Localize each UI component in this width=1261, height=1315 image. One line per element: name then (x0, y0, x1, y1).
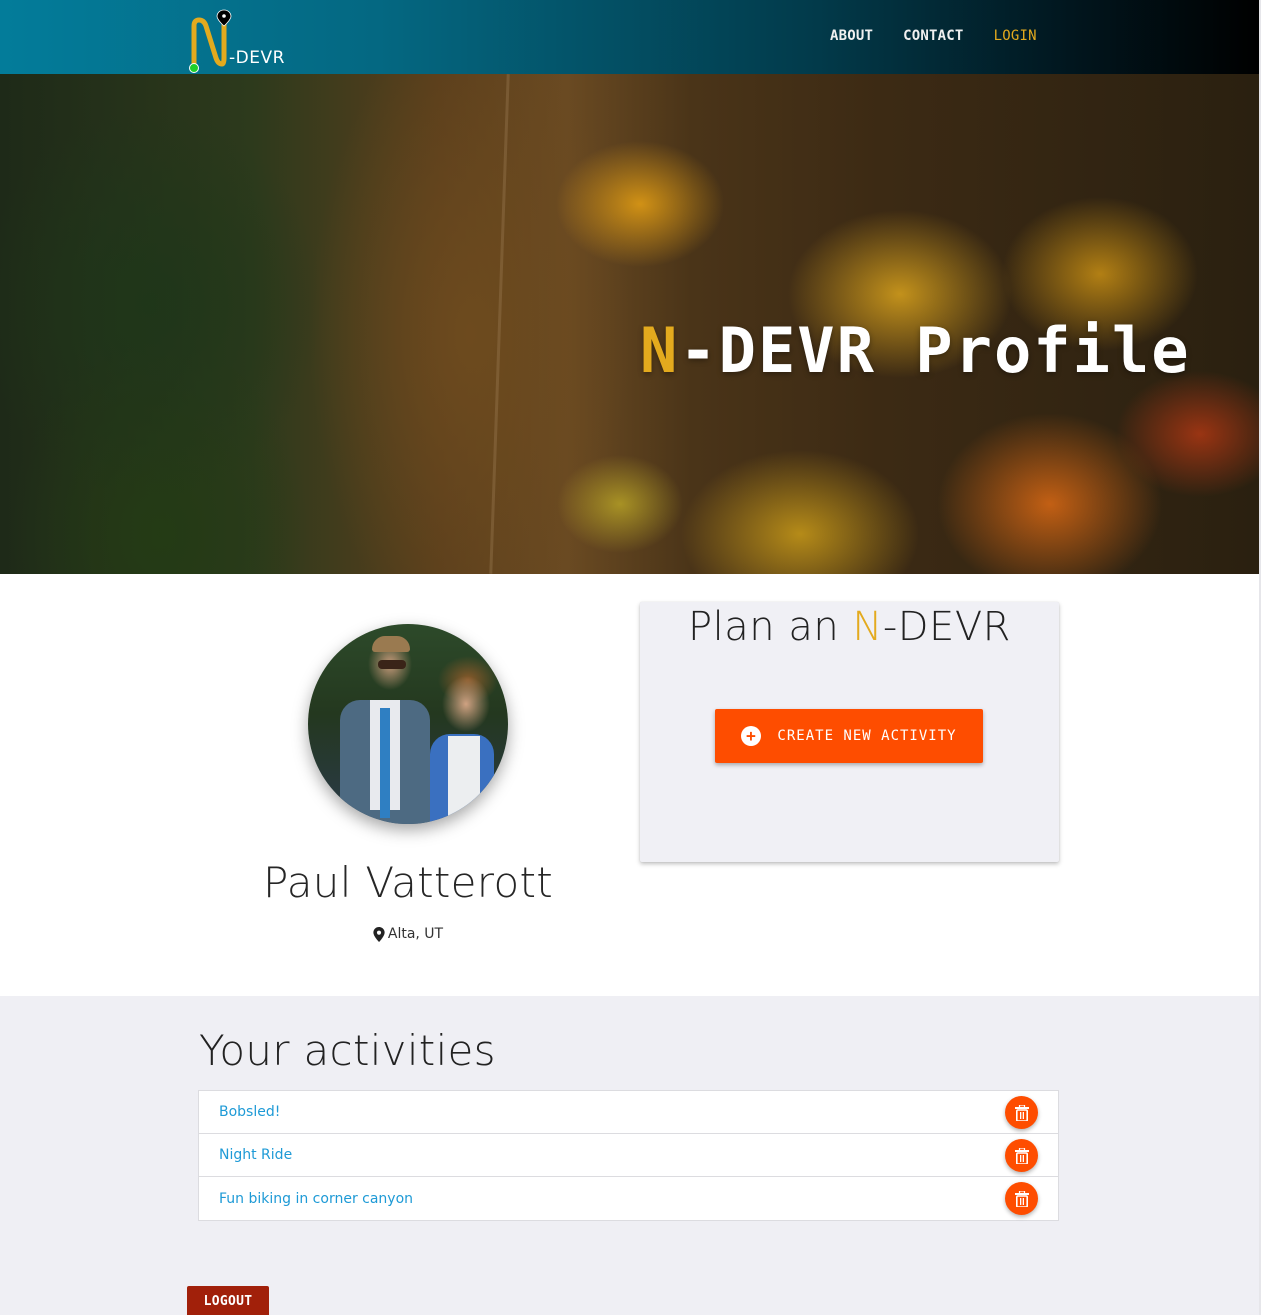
avatar (308, 624, 508, 824)
activity-link[interactable]: Fun biking in corner canyon (219, 1191, 413, 1207)
logout-button[interactable]: LOGOUT (187, 1286, 269, 1315)
profile-location: Alta, UT (208, 926, 608, 942)
activity-link[interactable]: Bobsled! (219, 1104, 280, 1120)
profile-name: Paul Vatterott (263, 858, 553, 907)
brand-text: -DEVR (229, 48, 285, 68)
create-new-activity-label: CREATE NEW ACTIVITY (777, 728, 957, 744)
page: -DEVR ABOUT CONTACT LOGIN N-DEVR Profile… (0, 0, 1259, 1315)
profile-location-text: Alta, UT (387, 926, 444, 942)
hero-title: N-DEVR Profile (640, 314, 1191, 387)
activities-section: Your activities Bobsled! Night Ride Fun … (0, 996, 1259, 1315)
activity-link[interactable]: Night Ride (219, 1147, 292, 1163)
nav-links: ABOUT CONTACT LOGIN (830, 26, 1067, 46)
delete-activity-button[interactable] (1005, 1096, 1038, 1129)
brand-logo[interactable]: -DEVR (186, 8, 296, 73)
delete-activity-button[interactable] (1005, 1139, 1038, 1172)
hero-title-rest: -DEVR Profile (679, 314, 1191, 387)
plan-title-suffix: -DEVR (882, 604, 1011, 650)
activity-list-item: Night Ride (199, 1134, 1058, 1177)
activity-list: Bobsled! Night Ride Fun biking in corner… (198, 1090, 1059, 1221)
plus-circle-icon: + (741, 726, 762, 746)
create-new-activity-button[interactable]: + CREATE NEW ACTIVITY (715, 709, 983, 763)
nav-about-link[interactable]: ABOUT (830, 26, 873, 46)
avatar-photo-detail (372, 636, 410, 652)
map-marker-icon (373, 926, 385, 942)
avatar-photo-detail (448, 736, 480, 824)
activities-title: Your activities (199, 1026, 496, 1075)
profile-section: Paul Vatterott Alta, UT Plan an N-DEVR +… (0, 574, 1259, 996)
activity-list-item: Fun biking in corner canyon (199, 1177, 1058, 1220)
delete-activity-button[interactable] (1005, 1182, 1038, 1215)
hero-trail-decoration (489, 74, 510, 574)
trash-icon (1014, 1104, 1029, 1121)
trash-icon (1014, 1190, 1029, 1207)
avatar-photo-detail (378, 660, 406, 669)
trash-icon (1014, 1147, 1029, 1164)
plan-card-title: Plan an N-DEVR (640, 604, 1059, 650)
plan-activity-card: Plan an N-DEVR + CREATE NEW ACTIVITY (640, 602, 1059, 862)
hero-title-accent: N (640, 314, 680, 387)
nav-contact-link[interactable]: CONTACT (903, 26, 963, 46)
nav-login-link[interactable]: LOGIN (994, 26, 1037, 46)
navbar: -DEVR ABOUT CONTACT LOGIN (0, 0, 1259, 74)
hero-banner: N-DEVR Profile (0, 74, 1259, 574)
activity-list-item: Bobsled! (199, 1091, 1058, 1134)
avatar-photo-detail (380, 708, 390, 818)
plan-title-prefix: Plan an (688, 604, 853, 650)
plan-title-accent: N (852, 604, 883, 650)
